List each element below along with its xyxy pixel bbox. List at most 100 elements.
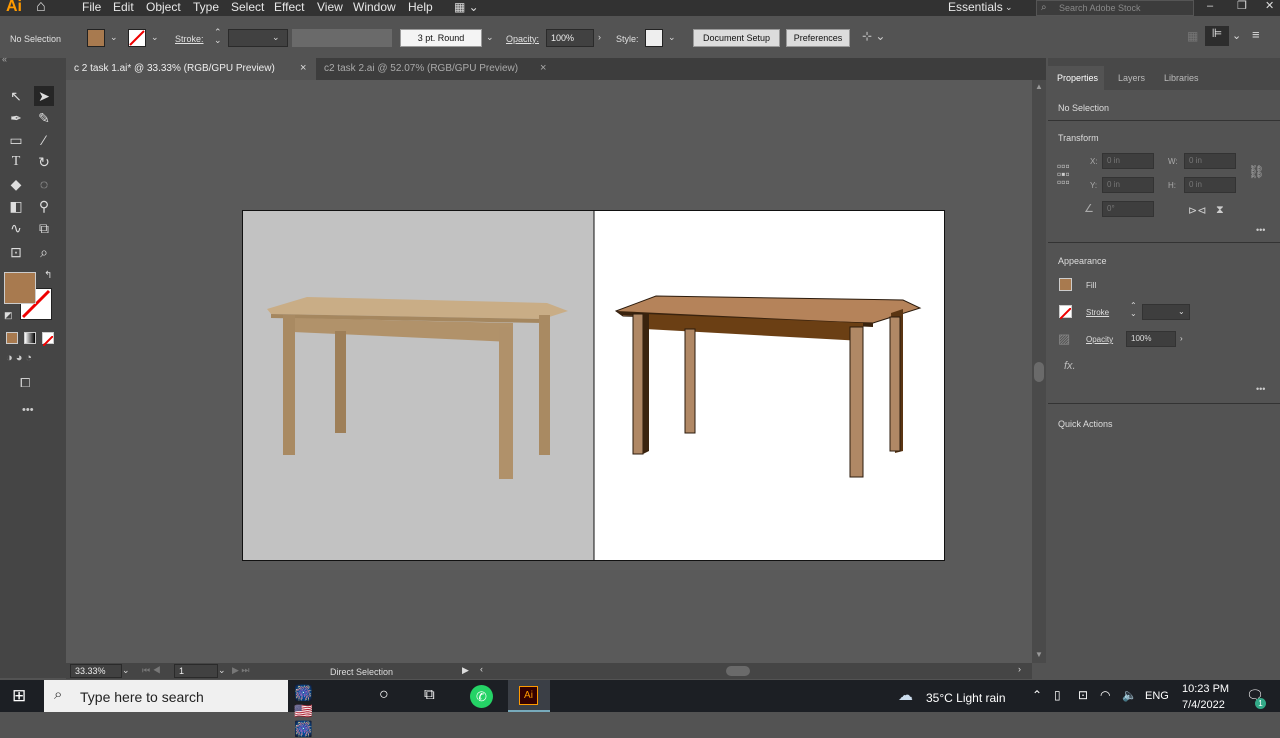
graphic-style-swatch[interactable] <box>645 29 663 47</box>
blend-tool-icon[interactable]: ∿ <box>6 218 26 238</box>
gradient-tool-icon[interactable]: ◧ <box>6 196 26 216</box>
whatsapp-icon[interactable]: ✆ <box>470 685 493 708</box>
selection-tool-icon[interactable]: ↖ <box>6 86 26 106</box>
menu-help[interactable]: Help <box>408 0 433 14</box>
appearance-stroke-swatch[interactable] <box>1059 305 1072 320</box>
opacity-field[interactable]: 100% <box>1126 331 1176 347</box>
stock-search-input[interactable]: ⌕ Search Adobe Stock <box>1036 0 1194 16</box>
document-setup-button[interactable]: Document Setup <box>693 29 780 47</box>
fill-swatch[interactable] <box>87 29 105 47</box>
default-colors-icon[interactable]: ◩ <box>4 310 13 321</box>
clock-time[interactable]: 10:23 PM <box>1182 683 1229 695</box>
chevron-down-icon[interactable]: ⌄ <box>218 665 226 676</box>
preferences-button[interactable]: Preferences <box>786 29 850 47</box>
stroke-none-swatch[interactable] <box>128 29 146 47</box>
menu-view[interactable]: View <box>317 0 343 14</box>
scroll-up-icon[interactable]: ▲ <box>1035 82 1043 91</box>
status-menu-icon[interactable]: ▶ <box>462 665 469 676</box>
collapse-icon[interactable]: « <box>2 54 7 64</box>
workspace-switcher[interactable]: Essentials <box>948 0 1003 14</box>
zoom-tool-icon[interactable]: ⌕ <box>34 242 54 262</box>
artboard-tool-icon[interactable]: ⊡ <box>6 242 26 262</box>
volume-icon[interactable]: 🔈 <box>1122 688 1137 702</box>
tab-libraries[interactable]: Libraries <box>1164 73 1199 83</box>
chevron-down-icon[interactable]: ⌄ <box>1005 2 1013 13</box>
rotate-tool-icon[interactable]: ↻ <box>34 152 54 172</box>
scroll-left-icon[interactable]: ‹ <box>480 664 483 674</box>
cortana-icon[interactable]: ○ <box>379 686 389 704</box>
artboard-number-field[interactable]: 1 <box>174 664 218 678</box>
draw-normal-icon[interactable]: ◑ ◕ ◔ <box>6 352 32 364</box>
width-field[interactable]: 0 in <box>1184 153 1236 169</box>
menu-file[interactable]: File <box>82 0 101 14</box>
opacity-field[interactable]: 100% <box>546 29 594 47</box>
fx-icon[interactable]: fx. <box>1064 360 1076 372</box>
menu-effect[interactable]: Effect <box>274 0 304 14</box>
align-icon[interactable]: ⊹ ⌄ <box>862 29 885 43</box>
illustrator-taskbar-button[interactable]: Ai <box>508 680 550 712</box>
chevron-right-icon[interactable]: › <box>1180 334 1183 343</box>
tab-layers[interactable]: Layers <box>1118 73 1145 83</box>
show-hidden-icons-icon[interactable]: ⌃ <box>1032 688 1042 702</box>
direct-selection-tool-icon[interactable]: ➤ <box>34 86 54 106</box>
curvature-tool-icon[interactable]: ✎ <box>34 108 54 128</box>
windows-start-icon[interactable]: ⊞ <box>12 686 26 706</box>
chevron-down-icon[interactable]: ⌄ <box>1178 307 1185 316</box>
menu-window[interactable]: Window <box>353 0 396 14</box>
color-mode-icon[interactable] <box>6 332 18 344</box>
close-tab-icon[interactable]: × <box>540 62 546 74</box>
scroll-thumb[interactable] <box>1034 362 1044 382</box>
eraser-tool-icon[interactable]: ◆ <box>6 174 26 194</box>
arrange-icon[interactable]: ▦ <box>1187 29 1198 43</box>
tab-properties[interactable]: Properties <box>1048 66 1104 90</box>
fill-color-swatch[interactable] <box>4 272 36 304</box>
home-icon[interactable]: ⌂ <box>36 0 46 16</box>
stroke-label[interactable]: Stroke <box>1086 308 1109 317</box>
tab-document-2[interactable]: c2 task 2.ai @ 52.07% (RGB/GPU Preview) <box>316 58 556 80</box>
type-tool-icon[interactable]: T <box>6 152 26 172</box>
cloud-rain-icon[interactable]: ☁ <box>898 686 913 704</box>
weather-text[interactable]: 35°C Light rain <box>926 691 1006 705</box>
chevron-down-icon[interactable]: ⌄ <box>272 32 280 43</box>
height-field[interactable]: 0 in <box>1184 177 1236 193</box>
chevron-down-icon[interactable]: ⌄ <box>668 32 676 43</box>
chevron-right-icon[interactable]: › <box>598 32 601 42</box>
taskbar-search-input[interactable]: ⌕ Type here to search 🎆🇺🇸🎆 <box>44 680 313 738</box>
lasso-tool-icon[interactable]: ◌ <box>34 174 54 194</box>
minimize-icon[interactable]: – <box>1207 0 1213 12</box>
next-artboard-icon[interactable]: ▶ ⏭ <box>232 665 250 676</box>
screen-mode-icon[interactable]: ⧠ <box>20 375 30 391</box>
appearance-fill-swatch[interactable] <box>1059 278 1072 291</box>
more-options-icon[interactable]: ••• <box>1256 225 1265 235</box>
scroll-right-icon[interactable]: › <box>1018 664 1021 674</box>
flip-horizontal-icon[interactable]: ⊳⊲ <box>1188 204 1206 217</box>
scroll-down-icon[interactable]: ▼ <box>1035 650 1043 659</box>
arrange-documents-icon[interactable]: ▦ ⌄ <box>454 0 479 14</box>
brush-definition[interactable]: 3 pt. Round <box>400 29 482 47</box>
zoom-level-field[interactable]: 33.33% <box>70 664 122 678</box>
chevron-down-icon[interactable]: ⌄ <box>122 665 130 676</box>
more-options-icon[interactable]: ••• <box>1256 384 1265 394</box>
rectangle-tool-icon[interactable]: ▭ <box>6 130 26 150</box>
flip-vertical-icon[interactable]: ⧗ <box>1216 204 1224 217</box>
rotate-field[interactable]: 0° <box>1102 201 1154 217</box>
more-tools-icon[interactable]: ••• <box>22 404 34 416</box>
menu-icon[interactable]: ≡ <box>1252 27 1260 42</box>
none-mode-icon[interactable] <box>42 332 54 347</box>
menu-edit[interactable]: Edit <box>113 0 134 14</box>
task-view-icon[interactable]: ⧉ <box>424 686 435 703</box>
close-icon[interactable]: ✕ <box>1265 0 1274 12</box>
pen-tool-icon[interactable]: ✒ <box>6 108 26 128</box>
chevron-down-icon[interactable]: ⌄ <box>486 32 494 43</box>
network-icon[interactable]: ⊡ <box>1078 688 1088 702</box>
close-tab-icon[interactable]: × <box>300 62 306 74</box>
chevron-down-icon[interactable]: ⌄ <box>110 32 118 43</box>
stroke-label[interactable]: Stroke: <box>175 34 204 44</box>
panel-toggle-icon[interactable]: ⊫ <box>1205 26 1229 46</box>
opacity-label[interactable]: Opacity: <box>506 34 539 44</box>
variable-width-profile[interactable] <box>292 29 392 47</box>
gradient-mode-icon[interactable] <box>24 332 36 344</box>
menu-object[interactable]: Object <box>146 0 181 14</box>
vertical-scrollbar[interactable]: ▲ ▼ <box>1032 80 1046 663</box>
menu-type[interactable]: Type <box>193 0 219 14</box>
